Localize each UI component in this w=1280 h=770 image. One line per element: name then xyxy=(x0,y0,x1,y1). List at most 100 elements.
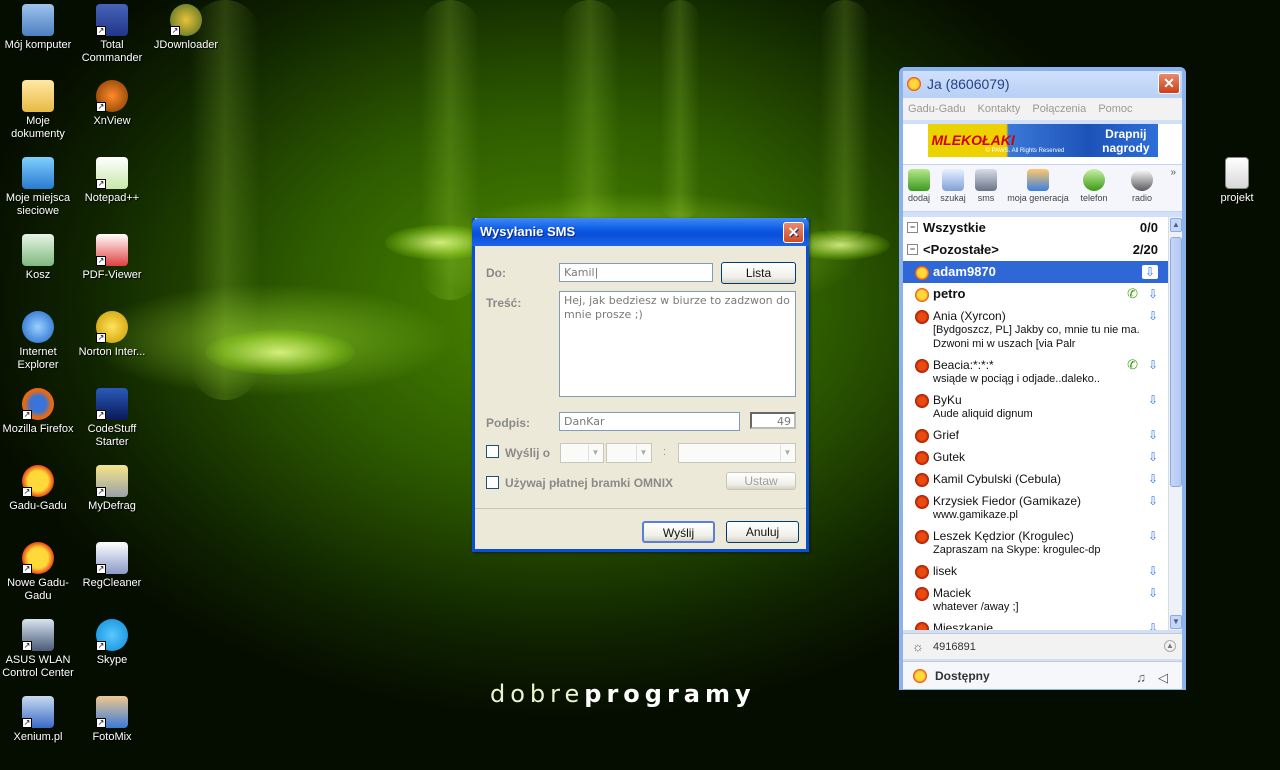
ad-banner[interactable]: MLEKOŁAKI © PAWS. All Rights Reserved Dr… xyxy=(927,124,1158,157)
desktop-icon-new-gadu-gadu[interactable]: ↗ Nowe Gadu-Gadu xyxy=(0,542,76,603)
cancel-button[interactable]: Anuluj xyxy=(726,521,799,543)
desktop-icon-norton[interactable]: ↗ Norton Inter... xyxy=(74,311,150,359)
signature-label: Podpis: xyxy=(486,416,530,430)
desktop-icon-my-computer[interactable]: Mój komputer xyxy=(0,4,76,52)
omnix-checkbox[interactable] xyxy=(486,476,499,489)
contact-item[interactable]: adam9870 ⇩ xyxy=(903,261,1168,283)
contact-item[interactable]: Beacia:*:*:* wsiąde w pociąg i odjade..d… xyxy=(903,354,1168,389)
desktop-icon-pdf-viewer[interactable]: ↗ PDF-Viewer xyxy=(74,234,150,282)
status-offline-icon xyxy=(915,587,929,601)
gadu-sun-icon: ↗ xyxy=(22,465,54,497)
desktop-icon-internet-explorer[interactable]: Internet Explorer xyxy=(0,311,76,372)
desktop-icon-notepadpp[interactable]: ↗ Notepad++ xyxy=(74,157,150,205)
send-button[interactable]: Wyślij xyxy=(642,521,715,543)
desktop-icon-skype[interactable]: ↗ Skype xyxy=(74,619,150,667)
desktop-icon-fotomix[interactable]: ↗ FotoMix xyxy=(74,696,150,744)
send-at-month-select[interactable]: ▼ xyxy=(606,443,652,463)
gg-menubar: Gadu-Gadu Kontakty Połączenia Pomoc xyxy=(903,98,1182,120)
desktop-icon-asus-wlan[interactable]: ↗ ASUS WLAN Control Center xyxy=(0,619,76,680)
collapse-icon[interactable]: − xyxy=(907,244,918,255)
contact-list[interactable]: − Wszystkie 0/0 − <Pozostałe> 2/20 adam9870 … xyxy=(903,217,1168,630)
list-button[interactable]: Lista xyxy=(721,262,796,284)
group-all[interactable]: − Wszystkie 0/0 xyxy=(903,217,1168,239)
desktop-icon-network-places[interactable]: Moje miejsca sieciowe xyxy=(0,157,76,218)
chevron-down-icon: ▼ xyxy=(636,445,650,461)
collapse-icon[interactable]: − xyxy=(907,222,918,233)
menu-gadu-gadu[interactable]: Gadu-Gadu xyxy=(908,103,965,115)
desktop-icon-recycle-bin[interactable]: Kosz xyxy=(0,234,76,282)
send-at-time-select[interactable]: ▼ xyxy=(678,443,796,463)
gg-status-bar[interactable]: Dostępny ♫ ◁ xyxy=(903,661,1182,689)
send-at-label: Wyślij o xyxy=(505,446,551,460)
set-button[interactable]: Ustaw xyxy=(726,472,796,490)
desktop-icon-xnview[interactable]: ↗ XnView xyxy=(74,80,150,128)
toolbar-radio-button[interactable]: radio xyxy=(1129,169,1155,203)
chevron-down-icon: ▼ xyxy=(588,445,602,461)
group-other[interactable]: − <Pozostałe> 2/20 xyxy=(903,239,1168,261)
contact-item[interactable]: Kamil Cybulski (Cebula) ⇩ xyxy=(903,468,1168,490)
close-icon[interactable]: ✕ xyxy=(1158,73,1180,94)
contact-item[interactable]: Maciek whatever /away ;] ⇩ xyxy=(903,582,1168,617)
toolbar-phone-button[interactable]: telefon xyxy=(1079,169,1109,203)
desktop-icon-gadu-gadu[interactable]: ↗ Gadu-Gadu xyxy=(0,465,76,513)
contact-item[interactable]: Krzysiek Fiedor (Gamikaze) www.gamikaze.… xyxy=(903,490,1168,525)
menu-kontakty[interactable]: Kontakty xyxy=(978,103,1021,115)
scrollbar-thumb[interactable] xyxy=(1170,237,1182,487)
volume-icon[interactable]: ◁ xyxy=(1158,664,1168,692)
contact-item[interactable]: lisek ⇩ xyxy=(903,560,1168,582)
send-at-checkbox[interactable] xyxy=(486,445,499,458)
toolbar-sms-button[interactable]: sms xyxy=(975,169,997,203)
expand-icon[interactable]: ▲ xyxy=(1164,640,1176,652)
toolbar-generation-button[interactable]: moja generacja xyxy=(1007,169,1069,203)
send-at-day-select[interactable]: ▼ xyxy=(560,443,604,463)
desktop-icon-regcleaner[interactable]: ↗ RegCleaner xyxy=(74,542,150,590)
phone-icon xyxy=(1083,169,1105,191)
toolbar-search-button[interactable]: szukaj xyxy=(939,169,967,203)
desktop-icon-total-commander[interactable]: ↗ Total Commander xyxy=(74,4,150,65)
gg-banner-area: MLEKOŁAKI © PAWS. All Rights Reserved Dr… xyxy=(903,124,1182,164)
menu-polaczenia[interactable]: Połączenia xyxy=(1032,103,1086,115)
sms-dialog: Wysyłanie SMS ✕ Do: Kamil| Lista Treść: … xyxy=(472,218,809,552)
scroll-down-icon[interactable]: ▼ xyxy=(1170,615,1182,629)
desktop-icon-firefox[interactable]: ↗ Mozilla Firefox xyxy=(0,388,76,436)
contact-item[interactable]: Gutek ⇩ xyxy=(903,446,1168,468)
desktop-icon-my-documents[interactable]: Moje dokumenty xyxy=(0,80,76,141)
contact-item[interactable]: Mieszkanie ⇩ xyxy=(903,617,1168,630)
toolbar-more-icon[interactable]: » xyxy=(1170,167,1176,178)
headphones-icon[interactable]: ♫ xyxy=(1136,664,1146,692)
notepad-icon: ↗ xyxy=(96,157,128,189)
omnix-label: Używaj płatnej bramki OMNIX xyxy=(505,476,674,490)
contact-item[interactable]: Grief ⇩ xyxy=(903,424,1168,446)
desktop-icon-projekt[interactable]: projekt xyxy=(1199,157,1275,205)
xnview-icon: ↗ xyxy=(96,80,128,112)
desktop-icon-codestuff[interactable]: ↗ CodeStuff Starter xyxy=(74,388,150,449)
desktop-icon-jdownloader[interactable]: ↗ JDownloader xyxy=(148,4,224,52)
watermark: dobreprogramy xyxy=(490,680,756,708)
gear-icon[interactable]: ☼ xyxy=(912,634,924,660)
gg-titlebar[interactable]: Ja (8606079) ✕ xyxy=(903,71,1182,98)
document-icon xyxy=(1225,157,1249,189)
status-offline-icon xyxy=(915,565,929,579)
contact-item[interactable]: ByKu Aude aliquid dignum ⇩ xyxy=(903,389,1168,424)
content-textarea[interactable]: Hej, jak bedziesz w biurze to zadzwon do… xyxy=(559,291,796,397)
desktop-icon-xenium[interactable]: ↗ Xenium.pl xyxy=(0,696,76,744)
contact-item[interactable]: Leszek Kędzior (Krogulec) Zapraszam na S… xyxy=(903,525,1168,560)
skype-icon: ↗ xyxy=(96,619,128,651)
menu-pomoc[interactable]: Pomoc xyxy=(1098,103,1132,115)
sms-dialog-titlebar[interactable]: Wysyłanie SMS ✕ xyxy=(472,218,809,246)
contact-item[interactable]: Ania (Xyrcon) [Bydgoszcz, PL] Jakby co, … xyxy=(903,305,1168,354)
status-offline-icon xyxy=(915,473,929,487)
mobile-icon: ⇩ xyxy=(1147,586,1158,600)
contact-item[interactable]: petro ✆ ⇩ xyxy=(903,283,1168,305)
lightning-icon: ↗ xyxy=(96,388,128,420)
scroll-up-icon[interactable]: ▲ xyxy=(1170,218,1182,232)
toolbar-add-button[interactable]: dodaj xyxy=(907,169,931,203)
mobile-icon: ⇩ xyxy=(1147,450,1158,464)
sms-form: Do: Kamil| Lista Treść: Hej, jak bedzies… xyxy=(475,254,806,506)
contact-list-scrollbar[interactable]: ▲ ▼ xyxy=(1168,217,1182,630)
xenium-icon: ↗ xyxy=(22,696,54,728)
close-icon[interactable]: ✕ xyxy=(783,222,804,243)
desktop-icon-mydefrag[interactable]: ↗ MyDefrag xyxy=(74,465,150,513)
to-input[interactable]: Kamil| xyxy=(559,263,713,282)
signature-input[interactable]: DanKar xyxy=(559,412,740,431)
